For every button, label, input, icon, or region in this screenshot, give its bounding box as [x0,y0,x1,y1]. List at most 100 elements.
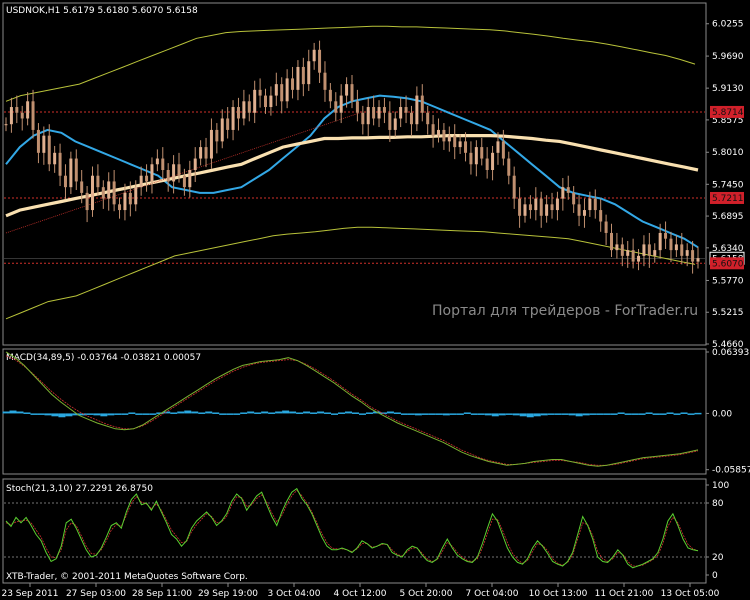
macd-bar [23,412,31,414]
macd-bar [107,413,115,416]
candle-body [647,244,651,256]
candle-body [350,84,354,102]
macd-bar [463,412,471,414]
candle-body [334,101,338,113]
candle-body [150,164,154,182]
candle-body [101,187,105,199]
candle-body [674,244,678,251]
candle-body [274,84,278,96]
macd-bar [624,413,632,415]
candle-body [691,250,695,262]
macd-bar [9,410,17,414]
candle-body [296,66,300,90]
price-axis: 6.02555.96905.91305.85755.80105.74505.68… [706,20,744,350]
candle-body [550,204,554,211]
candle-body [134,187,138,205]
candle-body [291,78,295,90]
candle-body [204,147,208,159]
macd-bar [44,413,52,416]
macd-bar [142,413,150,415]
stoch-tick-label: 100 [712,481,729,491]
macd-bar [645,412,653,414]
time-tick-label: 13 Oct 05:00 [661,589,720,599]
candle-body [177,164,181,176]
time-tick-label: 28 Sep 11:00 [132,589,192,599]
candle-body [469,152,473,165]
macd-bar [554,413,562,415]
macd-bar [296,412,304,414]
macd-bar [149,413,157,415]
candle-body [236,107,240,119]
candle-body [85,192,89,211]
candle-body [264,95,267,108]
macd-bar [610,413,618,415]
macd-bar [317,411,325,414]
candle-body [545,204,549,216]
macd-bar [519,413,527,417]
candle-body [31,101,35,130]
trading-chart[interactable]: USDNOK,H1 5.6179 5.6180 5.6070 5.6158 По… [0,0,750,600]
stoch-panel: Stoch(21,3,10) 27.2291 26.8750 XTB-Trade… [2,478,729,584]
candle-body [118,204,122,211]
candle-body [501,141,505,159]
candle-body [9,107,13,125]
macd-bar [219,413,227,415]
macd-bar [37,413,45,415]
candle-body [485,158,489,170]
macd-tick-label: -0.05857 [712,466,750,476]
macd-bar [275,411,283,414]
macd-bar [421,413,429,415]
macd-bar [128,412,136,414]
macd-bar [456,413,464,415]
macd-bar [254,412,262,414]
macd-bar [324,412,332,414]
macd-bar [680,412,688,414]
macd-bar [603,413,611,415]
candle-body [269,95,273,108]
candle-body [323,72,327,90]
macd-bar [345,411,353,414]
macd-bar [51,413,59,417]
candle-body [69,158,73,188]
price-panel: USDNOK,H1 5.6179 5.6180 5.6070 5.6158 По… [2,2,745,350]
candle-body [63,175,67,188]
candle-body [80,181,84,193]
stoch-tick-label: 20 [712,553,724,563]
macd-bar [526,413,534,418]
candle-body [91,175,94,211]
macd-bar [365,412,373,414]
candle-body [507,158,511,176]
candle-body [182,175,186,188]
price-tick-label: 5.5215 [712,308,744,318]
price-tick-label: 5.9130 [712,84,744,94]
macd-bar [512,413,520,416]
candle-body [539,198,543,216]
candle-body [523,204,527,216]
macd-bar [400,413,408,415]
candle-body [426,112,430,125]
candle-body [415,95,419,125]
macd-bar [58,413,66,418]
candle-body [328,89,332,102]
macd-bar [268,412,276,414]
candle-body [453,135,457,148]
candle-body [577,204,581,216]
price-tag-label: 5.6070 [712,259,744,269]
macd-bar [233,413,241,415]
macd-bar [310,412,318,414]
candle-body [285,78,289,102]
candle-body [355,101,359,113]
candle-body [96,175,100,188]
macd-tick-label: 0.06393 [712,348,749,358]
macd-bar [331,413,339,415]
time-tick-label: 4 Oct 12:00 [334,589,387,599]
candle-body [593,198,597,211]
stoch-tick-label: 0 [712,571,718,581]
candle-body [442,129,446,142]
macd-bar [30,413,38,415]
macd-bar [121,413,129,415]
macd-bar [694,412,702,415]
macd-bar [638,413,646,415]
candle-body [215,129,219,142]
candle-body [464,141,468,153]
